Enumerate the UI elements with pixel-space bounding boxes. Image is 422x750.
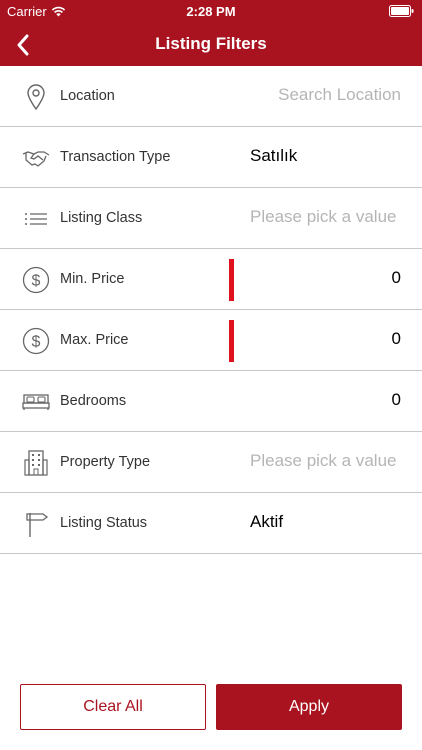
filter-label: Max. Price — [60, 332, 129, 348]
filter-row-transaction-type[interactable]: Transaction Type Satılık — [0, 127, 422, 188]
action-footer: Clear All Apply — [0, 684, 422, 730]
max-price-input[interactable]: 0 — [392, 329, 401, 349]
filter-row-max-price[interactable]: $ Max. Price 0 — [0, 310, 422, 371]
listing-status-value[interactable]: Aktif — [250, 512, 283, 532]
listing-class-picker[interactable]: Please pick a value — [250, 207, 396, 227]
location-pin-icon — [22, 83, 50, 111]
signpost-icon — [22, 510, 50, 538]
handshake-icon — [22, 144, 50, 172]
filter-label: Property Type — [60, 454, 151, 470]
apply-button[interactable]: Apply — [216, 684, 402, 730]
svg-text:$: $ — [32, 273, 41, 290]
building-icon — [22, 449, 50, 477]
battery-icon — [389, 5, 414, 17]
bedrooms-input[interactable]: 0 — [392, 390, 401, 410]
bed-icon — [22, 388, 50, 416]
filter-row-listing-class[interactable]: Listing Class Please pick a value — [0, 188, 422, 249]
filter-label: Listing Class — [60, 210, 143, 226]
min-price-input[interactable]: 0 — [392, 268, 401, 288]
status-time: 2:28 PM — [186, 4, 236, 19]
input-focus-marker — [229, 320, 234, 362]
filter-label: Listing Status — [60, 515, 148, 531]
filter-list: Location Search Location Transaction Typ… — [0, 66, 422, 554]
filter-label: Bedrooms — [60, 393, 127, 409]
filter-label: Transaction Type — [60, 149, 171, 165]
filter-row-listing-status[interactable]: Listing Status Aktif — [0, 493, 422, 554]
filter-label: Location — [60, 88, 115, 104]
filter-row-property-type[interactable]: Property Type Please pick a value — [0, 432, 422, 493]
transaction-type-value[interactable]: Satılık — [250, 146, 297, 166]
filter-label: Min. Price — [60, 271, 125, 287]
page-title: Listing Filters — [155, 34, 267, 53]
property-type-picker[interactable]: Please pick a value — [250, 451, 396, 471]
filter-row-bedrooms[interactable]: Bedrooms 0 — [0, 371, 422, 432]
dollar-icon: $ — [22, 327, 50, 355]
input-focus-marker — [229, 259, 234, 301]
filter-row-location[interactable]: Location Search Location — [0, 66, 422, 127]
svg-text:$: $ — [32, 334, 41, 351]
clear-all-button[interactable]: Clear All — [20, 684, 206, 730]
status-bar: Carrier 2:28 PM — [0, 0, 422, 22]
location-search-field[interactable]: Search Location — [278, 85, 401, 105]
app-header: Carrier 2:28 PM Listing Filters — [0, 0, 422, 66]
filter-row-min-price[interactable]: $ Min. Price 0 — [0, 249, 422, 310]
dollar-icon: $ — [22, 266, 50, 294]
list-icon — [22, 205, 50, 233]
